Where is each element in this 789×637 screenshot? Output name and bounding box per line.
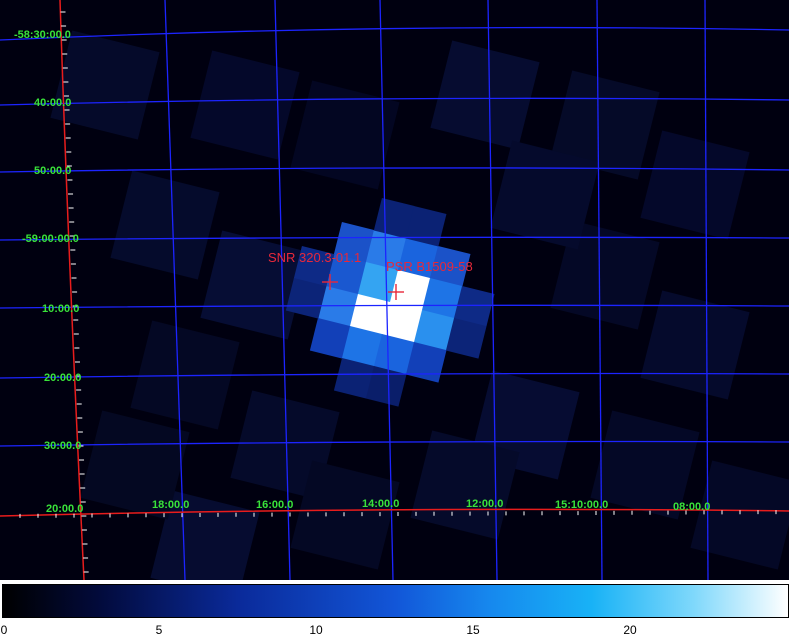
sky-pixel-block <box>190 50 300 160</box>
colorbar-tick-label: 10 <box>309 623 323 637</box>
sky-pixel-block <box>640 130 750 240</box>
dec-label: 50:00.0 <box>34 165 72 177</box>
source-label-snr: SNR 320.3-01.1 <box>268 250 362 265</box>
dec-grid-line <box>0 26 789 41</box>
sky-image <box>0 0 789 580</box>
bright-source-cluster <box>285 197 495 407</box>
ra-label: 12:00.0 <box>466 498 504 510</box>
dec-label: -59:00:00.0 <box>22 233 79 245</box>
colorbar-tick-label: 15 <box>466 623 480 637</box>
colorbar-tick-label: 20 <box>623 623 637 637</box>
sky-pixel-block <box>640 290 750 400</box>
colorbar <box>2 584 789 618</box>
ra-label: 14:00.0 <box>362 498 400 510</box>
dec-label: 40:00.0 <box>34 97 72 109</box>
dec-label: 30:00.0 <box>44 440 82 452</box>
colorbar-tick-label: 5 <box>155 623 163 637</box>
sky-pixel-block <box>430 40 540 150</box>
dec-label: -58:30:00.0 <box>14 29 71 41</box>
ra-label: 20:00.0 <box>46 503 84 515</box>
sky-pixel-block <box>110 170 220 280</box>
sky-image-viewer[interactable]: -58:30:00.0 40:00.0 50:00.0 -59:00:00.0 … <box>0 0 789 580</box>
ra-label: 08:00.0 <box>673 501 711 513</box>
source-label-psr: PSR B1509-58 <box>386 259 473 274</box>
sky-pixel-block <box>690 460 789 570</box>
ra-label: 15:10:00.0 <box>555 499 609 511</box>
ra-label: 18:00.0 <box>152 499 190 511</box>
sky-pixel-block <box>50 30 160 140</box>
dec-label: 20:00.0 <box>44 372 82 384</box>
dec-label: 10:00.0 <box>42 303 80 315</box>
colorbar-tick-label: 0 <box>0 623 8 637</box>
ra-label: 16:00.0 <box>256 499 294 511</box>
